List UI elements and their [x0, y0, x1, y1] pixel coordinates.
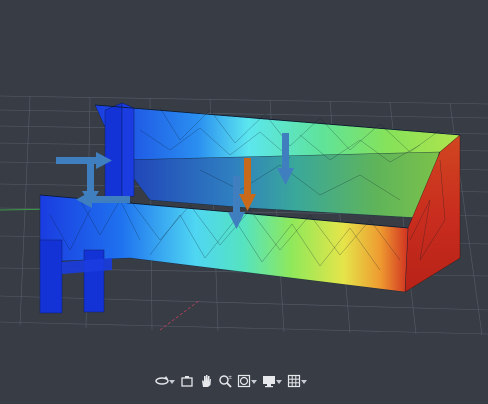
back-wall-face: [94, 104, 461, 161]
fea-model[interactable]: [39, 102, 461, 314]
chevron-down-icon[interactable]: [276, 374, 282, 388]
chevron-down-icon[interactable]: [251, 374, 257, 388]
viewport-toolbar: ±: [153, 372, 309, 390]
camera-icon[interactable]: [180, 374, 194, 388]
back-post: [104, 102, 123, 199]
3d-viewport[interactable]: [0, 0, 488, 404]
rotate-tool[interactable]: [153, 372, 177, 390]
camera-tool[interactable]: [178, 372, 196, 390]
chevron-down-icon[interactable]: [169, 374, 175, 388]
display-tool[interactable]: [260, 372, 284, 390]
zoom-tool[interactable]: ±: [216, 372, 234, 390]
view-cube-icon[interactable]: [237, 374, 251, 388]
grid-icon[interactable]: [287, 374, 301, 388]
pan-tool[interactable]: [197, 372, 215, 390]
arrow-right-icon: [56, 152, 112, 169]
rotate-icon[interactable]: [155, 374, 169, 388]
view-cube-tool[interactable]: [235, 372, 259, 390]
pan-hand-icon[interactable]: [199, 374, 213, 388]
chevron-down-icon[interactable]: [301, 374, 307, 388]
zoom-icon[interactable]: ±: [218, 374, 232, 388]
grid-tool[interactable]: [285, 372, 309, 390]
display-icon[interactable]: [262, 374, 276, 388]
front-leg-left: [39, 239, 63, 314]
svg-text:±: ±: [228, 375, 232, 381]
back-post-side: [121, 102, 135, 199]
